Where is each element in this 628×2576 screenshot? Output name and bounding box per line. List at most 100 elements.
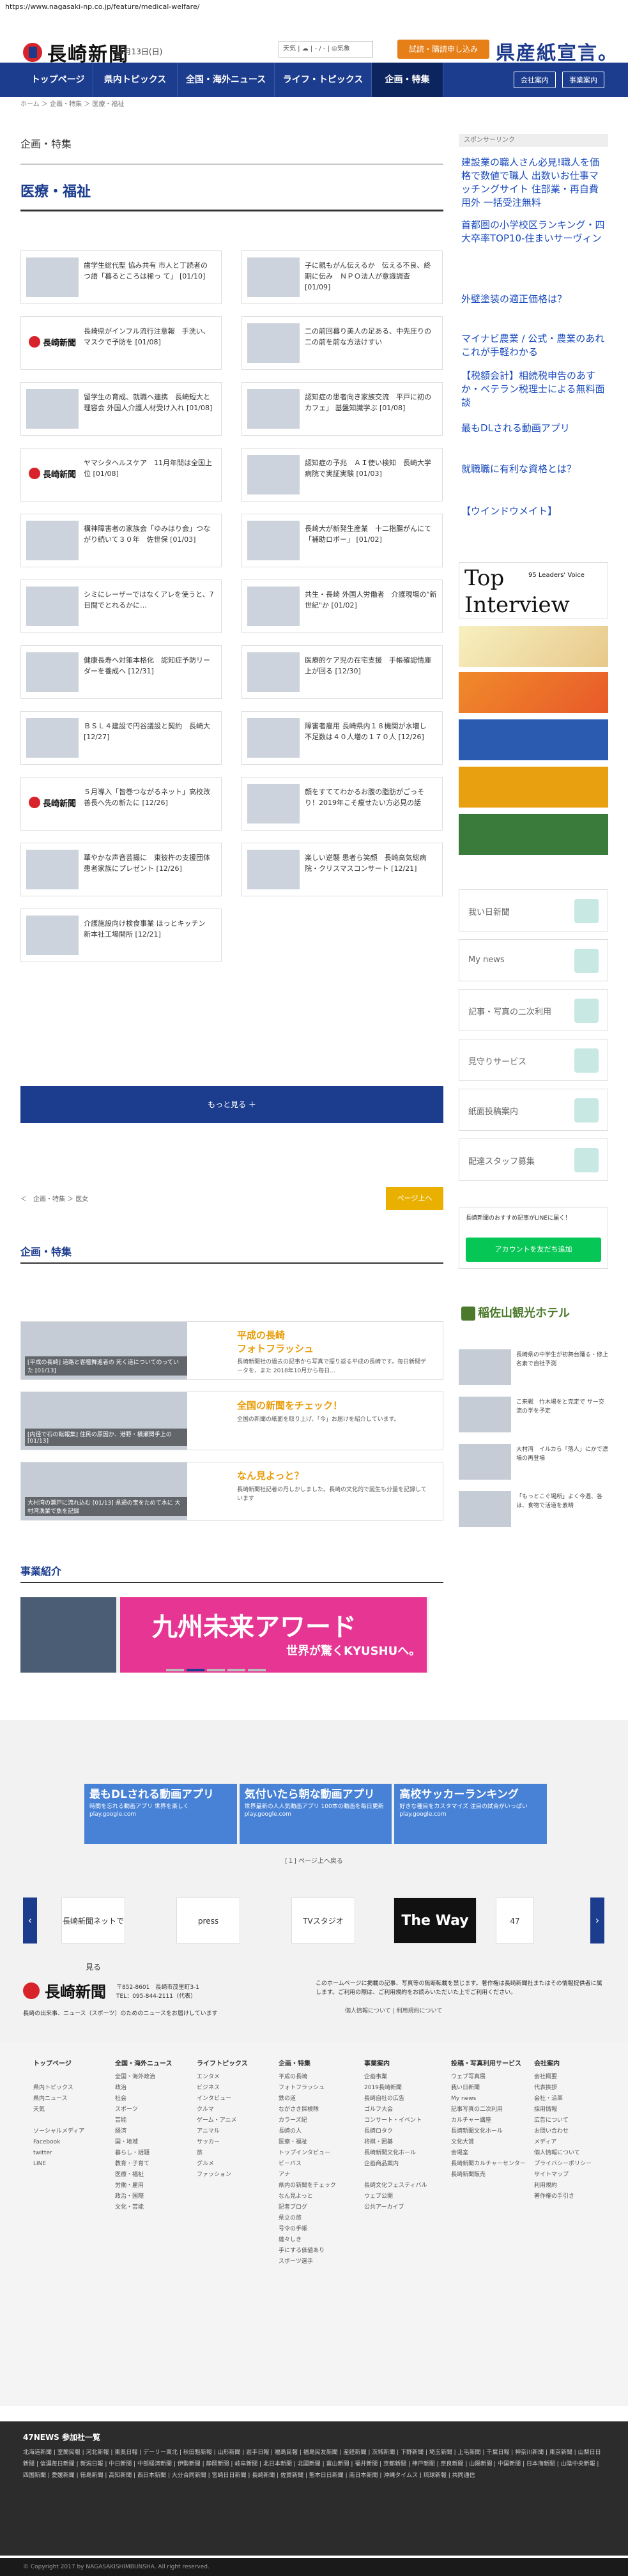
- sitemap-link[interactable]: 会社・沿革: [534, 2094, 611, 2104]
- sitemap-link[interactable]: LINE: [33, 2159, 110, 2170]
- nav-features[interactable]: 企画・特集: [372, 63, 443, 97]
- top-interview-banner[interactable]: Top Interview 95 Leaders' Voice: [459, 562, 608, 618]
- sitemap-link[interactable]: 会場室: [451, 2148, 528, 2159]
- sitemap-link[interactable]: 社会: [115, 2094, 192, 2104]
- google-ad-0[interactable]: 最もDLされる動画アプリ 時間を忘れる動画アプリ 世界を楽しく play.goog…: [84, 1784, 237, 1844]
- plan-row[interactable]: [平成の長崎] 道路と客艦舞進者の 死く道についてのっていた [01/13] 平成…: [20, 1321, 443, 1380]
- sitemap-link[interactable]: My news: [451, 2094, 528, 2104]
- sitemap-link[interactable]: 県内の新聞をチェック: [279, 2181, 355, 2191]
- carousel-item-1[interactable]: press: [176, 1897, 240, 1943]
- article-card[interactable]: 構神障害者の家族会「ゆみはり会」つながり続いて３０年 佐世保 [01/03]: [20, 514, 222, 567]
- sponsor-ad[interactable]: 就職職に有利な資格とは？: [461, 463, 606, 476]
- chevron-left-icon[interactable]: ‹: [23, 1897, 37, 1943]
- sitemap-link[interactable]: ながさき探検隊: [279, 2104, 355, 2115]
- article-card[interactable]: 子に親もがん伝えるか 伝える不良、終期に伝み ＮＰＯ法人が意識調査 [01/09…: [241, 250, 443, 304]
- sitemap-link[interactable]: 長崎ロタク: [364, 2126, 441, 2137]
- side-news-item[interactable]: 大村湾 イルカら「落人」にかで漂場の再登場: [459, 1444, 608, 1483]
- sitemap-link[interactable]: [33, 2072, 110, 2083]
- sitemap-link[interactable]: 鉄の道: [279, 2094, 355, 2104]
- sitemap-link[interactable]: 長崎新聞文化ホール: [364, 2148, 441, 2159]
- sidebar-link[interactable]: 我い日新聞: [459, 889, 608, 931]
- banner-dots[interactable]: [166, 1669, 266, 1671]
- nav-top[interactable]: トップページ: [23, 63, 93, 97]
- sitemap-link[interactable]: 利用規約: [534, 2181, 611, 2191]
- sitemap-heading[interactable]: ライフトピックス: [197, 2058, 273, 2069]
- plan-row[interactable]: 大村湾の瀬戸に流れ込む [01/13] 県通の宝をためて水に 大村湾漁業で魚を記…: [20, 1462, 443, 1521]
- sitemap-link[interactable]: トップインタビュー: [279, 2148, 355, 2159]
- sitemap-link[interactable]: 長崎文化フェスティバル: [364, 2181, 441, 2191]
- carousel-item-2[interactable]: TVスタジオ: [291, 1897, 355, 1943]
- sitemap-link[interactable]: 企画事業: [364, 2072, 441, 2083]
- sidebar-link[interactable]: 配達スタッフ募集: [459, 1138, 608, 1181]
- dot[interactable]: [227, 1669, 245, 1671]
- article-card[interactable]: 二の前回暮り美人の足ある、中先圧りの二の前を前な方法けすい: [241, 316, 443, 370]
- sitemap-heading[interactable]: トップページ: [33, 2058, 110, 2069]
- sitemap-heading[interactable]: 全国・海外ニュース: [115, 2058, 192, 2069]
- banner-web-gallery[interactable]: [459, 814, 608, 855]
- sitemap-link[interactable]: 医療・福祉: [115, 2170, 192, 2181]
- hotel-banner[interactable]: 稲佐山観光ホテル: [459, 1301, 608, 1326]
- sitemap-link[interactable]: カラーズ紀: [279, 2115, 355, 2126]
- sitemap-link[interactable]: 県内トピックス: [33, 2083, 110, 2094]
- article-card[interactable]: 長崎県がインフル流行注意報 手洗い、マスクで予防を [01/08]: [20, 316, 222, 370]
- url-bar[interactable]: https://www.nagasaki-np.co.jp/feature/me…: [0, 0, 628, 15]
- google-ad-1[interactable]: 気付いたら朝な動画アプリ 世界最新の人人気動画アプリ 100本の動画を毎日更新 p…: [239, 1784, 392, 1844]
- sitemap-link[interactable]: ゴルフ大会: [364, 2104, 441, 2115]
- dot[interactable]: [248, 1669, 266, 1671]
- sitemap-link[interactable]: ビーバス: [279, 2159, 355, 2170]
- sitemap-link[interactable]: 芸能: [115, 2115, 192, 2126]
- sitemap-link[interactable]: 企画商品案内: [364, 2159, 441, 2170]
- sitemap-link[interactable]: 著作権の手引き: [534, 2191, 611, 2202]
- pref-paper-banner[interactable]: 県産紙宣言。: [496, 37, 618, 65]
- article-card[interactable]: 健康長寿へ対策本格化 認知症予防リーダーを養成へ [12/31]: [20, 645, 222, 699]
- sitemap-link[interactable]: 記者ブログ: [279, 2202, 355, 2213]
- nav-business[interactable]: 事業案内: [562, 72, 604, 88]
- sitemap-link[interactable]: 県内ニュース: [33, 2094, 110, 2104]
- sitemap-link[interactable]: 代表挨拶: [534, 2083, 611, 2094]
- sitemap-link[interactable]: 将棋・囲碁: [364, 2137, 441, 2148]
- sitemap-heading[interactable]: 会社案内: [534, 2058, 611, 2069]
- sitemap-heading[interactable]: 投稿・写真利用サービス: [451, 2058, 528, 2069]
- sitemap-link[interactable]: インタビュー: [197, 2094, 273, 2104]
- sitemap-link[interactable]: 経済: [115, 2126, 192, 2137]
- sitemap-link[interactable]: ソーシャルメディア: [33, 2126, 110, 2137]
- google-ad-2[interactable]: 高校サッカーランキング 好きな種目をカスタマイズ 注目の試合がいっぱい play.…: [394, 1784, 548, 1844]
- sponsor-ad[interactable]: マイナビ農業 / 公式・農業のあれこれが手軽わかる: [461, 332, 606, 359]
- footer-logo[interactable]: 長崎新聞: [23, 1979, 106, 2002]
- sitemap-link[interactable]: スポーツ: [115, 2104, 192, 2115]
- sitemap-link[interactable]: クルマ: [197, 2104, 273, 2115]
- sitemap-link[interactable]: 文化大賞: [451, 2137, 528, 2148]
- article-card[interactable]: シミにレーザーではなくアレを使うと、7日間でとれるかに…: [20, 579, 222, 633]
- 47news-links[interactable]: 北海道新聞 | 室蘭民報 | 河北新報 | 東奥日報 | デーリー東北 | 秋田…: [23, 2447, 604, 2481]
- banner-kyushu-shinkansen[interactable]: [459, 719, 608, 760]
- banner-access-ranking[interactable]: [459, 672, 608, 713]
- pager-breadcrumb[interactable]: ＜ 企画・特集 ＞ 医女: [20, 1193, 88, 1203]
- banner-contest[interactable]: [459, 626, 608, 667]
- nav-company[interactable]: 会社案内: [514, 72, 556, 88]
- back-to-top-link[interactable]: [１] ページ上へ戻る: [0, 1855, 628, 1865]
- sitemap-link[interactable]: twitter: [33, 2148, 110, 2159]
- sitemap-link[interactable]: 平成の長崎: [279, 2072, 355, 2083]
- dot[interactable]: [166, 1669, 184, 1671]
- sitemap-link[interactable]: 号令の手帳: [279, 2224, 355, 2235]
- sitemap-link[interactable]: 全国・海外政治: [115, 2072, 192, 2083]
- sitemap-link[interactable]: 長崎新聞カルチャーセンター: [451, 2159, 528, 2170]
- sidebar-link[interactable]: 記事・写真の二次利用: [459, 989, 608, 1031]
- sitemap-link[interactable]: 手にする価値あり: [279, 2246, 355, 2257]
- sitemap-link[interactable]: 個人情報について: [534, 2148, 611, 2159]
- sitemap-link[interactable]: 医療・福祉: [279, 2137, 355, 2148]
- chevron-right-icon[interactable]: ›: [590, 1897, 604, 1943]
- sitemap-link[interactable]: スポーツ選手: [279, 2257, 355, 2267]
- side-news-item[interactable]: 長崎県の中学生が初舞台踊る・修上名素で自社予測: [459, 1349, 608, 1389]
- sitemap-link[interactable]: [364, 2170, 441, 2181]
- sitemap-link[interactable]: ファッション: [197, 2170, 273, 2181]
- article-card[interactable]: 医療的ケア児の在宅支援 手帳確認情庫上が回る [12/30]: [241, 645, 443, 699]
- sitemap-link[interactable]: お問い合わせ: [534, 2126, 611, 2137]
- sitemap-link[interactable]: 公共アーカイブ: [364, 2202, 441, 2213]
- sitemap-link[interactable]: アナ: [279, 2170, 355, 2181]
- sponsor-ad[interactable]: 【ウインドウメイト】: [461, 505, 606, 518]
- sidebar-link[interactable]: My news: [459, 939, 608, 981]
- sitemap-link[interactable]: 労働・雇用: [115, 2181, 192, 2191]
- sitemap-link[interactable]: 会社概要: [534, 2072, 611, 2083]
- line-add-friend-button[interactable]: アカウントを友だち追加: [466, 1238, 601, 1262]
